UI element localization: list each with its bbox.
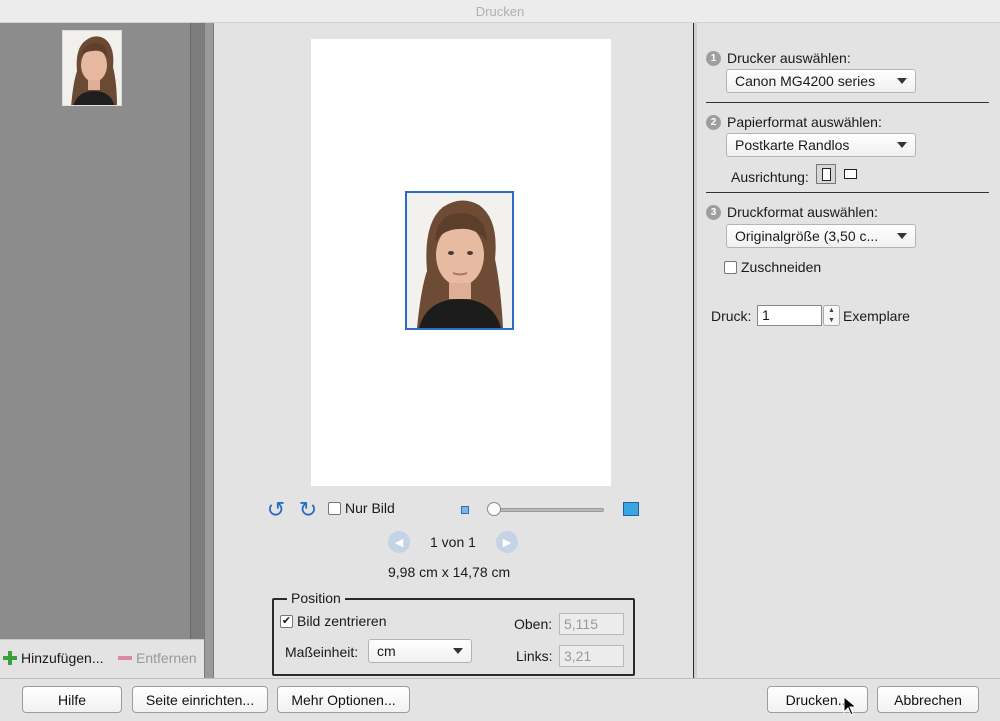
print-dimensions: 9,98 cm x 14,78 cm: [388, 564, 511, 580]
chevron-down-icon: [453, 648, 463, 654]
add-photo-button[interactable]: Hinzufügen...: [3, 650, 104, 666]
copies-suffix: Exemplare: [843, 308, 910, 324]
step3-label: Druckformat auswählen:: [727, 204, 878, 220]
left-offset-label: Links:: [516, 648, 553, 664]
copies-stepper[interactable]: ▲ ▼: [823, 305, 840, 326]
plus-icon: [3, 651, 17, 665]
page-setup-button[interactable]: Seite einrichten...: [132, 686, 268, 713]
left-offset-field[interactable]: 3,21: [559, 645, 624, 667]
zoom-slider-track[interactable]: [493, 508, 604, 512]
thumbnail-panel: [0, 23, 204, 639]
step1-heading: 1 Drucker auswählen:: [706, 50, 851, 66]
unit-label: Maßeinheit:: [285, 644, 359, 660]
center-image-label: Bild zentrieren: [297, 613, 387, 629]
paper-size-value: Postkarte Randlos: [735, 137, 850, 153]
position-legend: Position: [287, 590, 345, 606]
copies-label: Druck:: [711, 308, 752, 324]
chevron-down-icon: [897, 78, 907, 84]
center-image-option[interactable]: ✔ Bild zentrieren: [280, 613, 387, 629]
portrait-page-icon: [821, 167, 831, 181]
orientation-label: Ausrichtung:: [731, 169, 809, 185]
landscape-orientation-button[interactable]: [840, 164, 860, 184]
minus-icon: [118, 656, 132, 660]
more-options-button[interactable]: Mehr Optionen...: [277, 686, 410, 713]
crop-option[interactable]: Zuschneiden: [724, 259, 821, 275]
stepper-down-icon[interactable]: ▼: [828, 317, 835, 324]
next-page-button[interactable]: ▶: [496, 531, 518, 553]
remove-photo-button[interactable]: Entfernen: [118, 650, 197, 666]
help-button[interactable]: Hilfe: [22, 686, 122, 713]
center-image-checkbox[interactable]: ✔: [280, 614, 293, 628]
printer-value: Canon MG4200 series: [735, 73, 876, 89]
rotate-left-icon: ↺: [266, 497, 286, 522]
rotate-right-button[interactable]: ↻: [296, 498, 320, 522]
unit-value: cm: [377, 643, 396, 659]
paper-size-select[interactable]: Postkarte Randlos: [726, 133, 916, 157]
chevron-left-icon: ◀: [394, 536, 404, 549]
top-offset-field[interactable]: 5,115: [559, 613, 624, 635]
panel-splitter[interactable]: [204, 23, 214, 678]
only-image-label: Nur Bild: [345, 500, 395, 516]
rotate-left-button[interactable]: ↺: [264, 498, 288, 522]
stepper-up-icon[interactable]: ▲: [828, 307, 835, 314]
crop-label: Zuschneiden: [741, 259, 822, 275]
zoom-out-icon[interactable]: [461, 506, 469, 514]
printer-select[interactable]: Canon MG4200 series: [726, 69, 916, 93]
mouse-pointer-icon: [843, 695, 858, 719]
step1-label: Drucker auswählen:: [727, 50, 851, 66]
step3-number: 3: [706, 204, 721, 220]
rotate-right-icon: ↻: [298, 497, 318, 522]
page-indicator: 1 von 1: [430, 534, 476, 550]
previous-page-button[interactable]: ◀: [388, 531, 410, 553]
cancel-button[interactable]: Abbrechen: [877, 686, 979, 713]
unit-select[interactable]: cm: [368, 639, 472, 663]
thumbnail-scrollbar[interactable]: [190, 23, 204, 639]
step2-heading: 2 Papierformat auswählen:: [706, 114, 882, 130]
photo-preview[interactable]: [405, 191, 514, 330]
only-image-checkbox[interactable]: [328, 501, 341, 515]
remove-photo-label: Entfernen: [136, 650, 197, 666]
only-image-option[interactable]: Nur Bild: [328, 500, 395, 516]
portrait-orientation-button[interactable]: [816, 164, 836, 184]
print-size-select[interactable]: Originalgröße (3,50 c...: [726, 224, 916, 248]
photo-thumbnail[interactable]: [62, 30, 122, 106]
window-title: Drucken: [0, 0, 1000, 23]
crop-checkbox[interactable]: [724, 260, 737, 274]
landscape-page-icon: [843, 169, 857, 179]
step3-heading: 3 Druckformat auswählen:: [706, 204, 878, 220]
zoom-in-icon[interactable]: [623, 502, 639, 516]
chevron-right-icon: ▶: [502, 536, 512, 549]
top-offset-label: Oben:: [514, 616, 553, 632]
step1-number: 1: [706, 50, 721, 66]
step2-label: Papierformat auswählen:: [727, 114, 882, 130]
divider: [706, 102, 989, 103]
divider: [706, 192, 989, 193]
chevron-down-icon: [897, 142, 907, 148]
zoom-slider-knob[interactable]: [487, 502, 501, 516]
print-size-value: Originalgröße (3,50 c...: [735, 228, 879, 244]
chevron-down-icon: [897, 233, 907, 239]
copies-input[interactable]: 1: [757, 305, 822, 326]
add-photo-label: Hinzufügen...: [21, 650, 104, 666]
step2-number: 2: [706, 114, 721, 130]
